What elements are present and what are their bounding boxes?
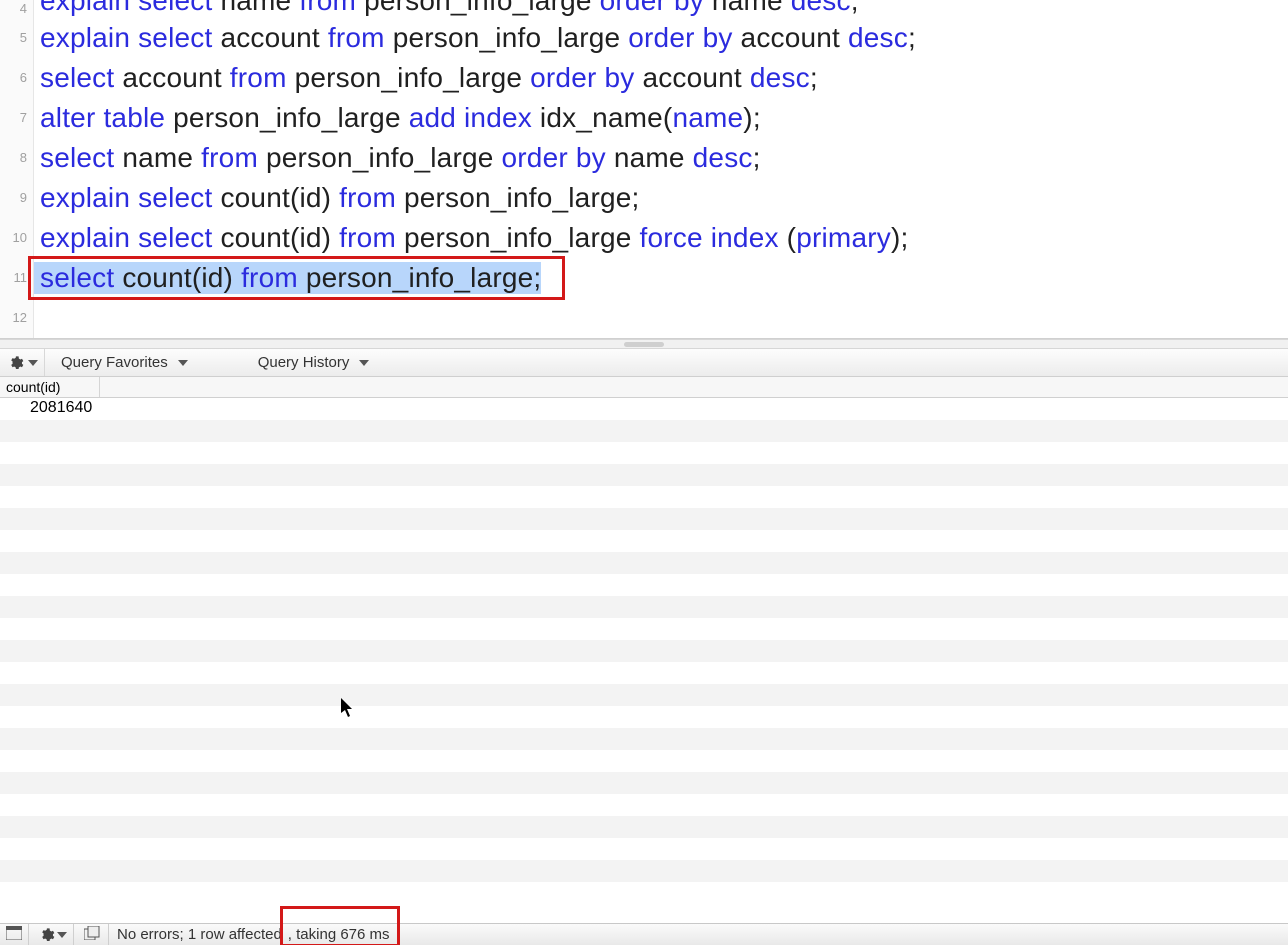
status-message-prefix: No errors; 1 row affected <box>113 926 286 943</box>
table-row <box>0 618 1288 640</box>
line-number: 8 <box>0 138 34 178</box>
line-number: 4 <box>0 0 34 18</box>
code-content[interactable]: select account from person_info_large or… <box>34 58 818 98</box>
code-content[interactable]: alter table person_info_large add index … <box>34 98 761 138</box>
table-row <box>0 838 1288 860</box>
code-line[interactable]: 4explain select name from person_info_la… <box>0 0 1288 18</box>
table-row <box>0 662 1288 684</box>
code-line[interactable]: 5explain select account from person_info… <box>0 18 1288 58</box>
table-row <box>0 640 1288 662</box>
table-row <box>0 486 1288 508</box>
code-line[interactable]: 11select count(id) from person_info_larg… <box>0 258 1288 298</box>
results-header: count(id) <box>0 377 1288 398</box>
table-row[interactable]: 2081640 <box>0 398 1288 420</box>
results-settings-button[interactable] <box>2 349 45 376</box>
query-history-dropdown[interactable]: Query History <box>248 349 384 376</box>
code-line[interactable]: 7alter table person_info_large add index… <box>0 98 1288 138</box>
results-grid[interactable]: count(id) 2081640 <box>0 377 1288 945</box>
gear-icon <box>39 927 55 943</box>
results-column-header[interactable]: count(id) <box>0 377 100 397</box>
code-content[interactable]: select name from person_info_large order… <box>34 138 761 178</box>
query-favorites-label: Query Favorites <box>61 354 168 371</box>
line-number: 9 <box>0 178 34 218</box>
line-number: 6 <box>0 58 34 98</box>
code-line[interactable]: 10explain select count(id) from person_i… <box>0 218 1288 258</box>
status-bar: No errors; 1 row affected , taking 676 m… <box>0 923 1288 945</box>
table-row <box>0 508 1288 530</box>
table-row <box>0 728 1288 750</box>
table-row <box>0 552 1288 574</box>
results-toolbar: Query Favorites Query History <box>0 349 1288 377</box>
code-content[interactable]: explain select account from person_info_… <box>34 18 916 58</box>
status-message-timing: , taking 676 ms <box>284 926 394 943</box>
layout-icon <box>6 926 22 944</box>
chevron-down-icon <box>28 360 38 366</box>
code-line[interactable]: 12 <box>0 298 1288 338</box>
table-row <box>0 420 1288 442</box>
table-row <box>0 574 1288 596</box>
code-line[interactable]: 6select account from person_info_large o… <box>0 58 1288 98</box>
line-number: 7 <box>0 98 34 138</box>
result-cell[interactable]: 2081640 <box>0 398 100 420</box>
query-favorites-dropdown[interactable]: Query Favorites <box>51 349 202 376</box>
code-content[interactable]: explain select count(id) from person_inf… <box>34 218 908 258</box>
copy-icon <box>84 926 102 944</box>
sql-editor[interactable]: 4explain select name from person_info_la… <box>0 0 1288 339</box>
gear-icon <box>8 355 24 371</box>
status-layout-button[interactable] <box>0 924 29 945</box>
table-row <box>0 442 1288 464</box>
line-number: 10 <box>0 218 34 258</box>
results-body: 2081640 <box>0 398 1288 904</box>
chevron-down-icon <box>359 360 369 366</box>
table-row <box>0 882 1288 904</box>
line-number: 11 <box>0 258 34 298</box>
pane-splitter[interactable] <box>0 339 1288 349</box>
line-number: 5 <box>0 18 34 58</box>
code-content[interactable]: select count(id) from person_info_large; <box>34 258 541 298</box>
code-line[interactable]: 9explain select count(id) from person_in… <box>0 178 1288 218</box>
table-row <box>0 816 1288 838</box>
table-row <box>0 464 1288 486</box>
status-copy-button[interactable] <box>78 924 109 945</box>
chevron-down-icon <box>178 360 188 366</box>
table-row <box>0 750 1288 772</box>
query-history-label: Query History <box>258 354 350 371</box>
table-row <box>0 596 1288 618</box>
line-number: 12 <box>0 298 34 338</box>
table-row <box>0 706 1288 728</box>
chevron-down-icon <box>57 932 67 938</box>
table-row <box>0 860 1288 882</box>
table-row <box>0 772 1288 794</box>
code-line[interactable]: 8select name from person_info_large orde… <box>0 138 1288 178</box>
table-row <box>0 684 1288 706</box>
status-settings-button[interactable] <box>33 924 74 945</box>
table-row <box>0 530 1288 552</box>
code-content[interactable]: explain select count(id) from person_inf… <box>34 178 640 218</box>
table-row <box>0 794 1288 816</box>
